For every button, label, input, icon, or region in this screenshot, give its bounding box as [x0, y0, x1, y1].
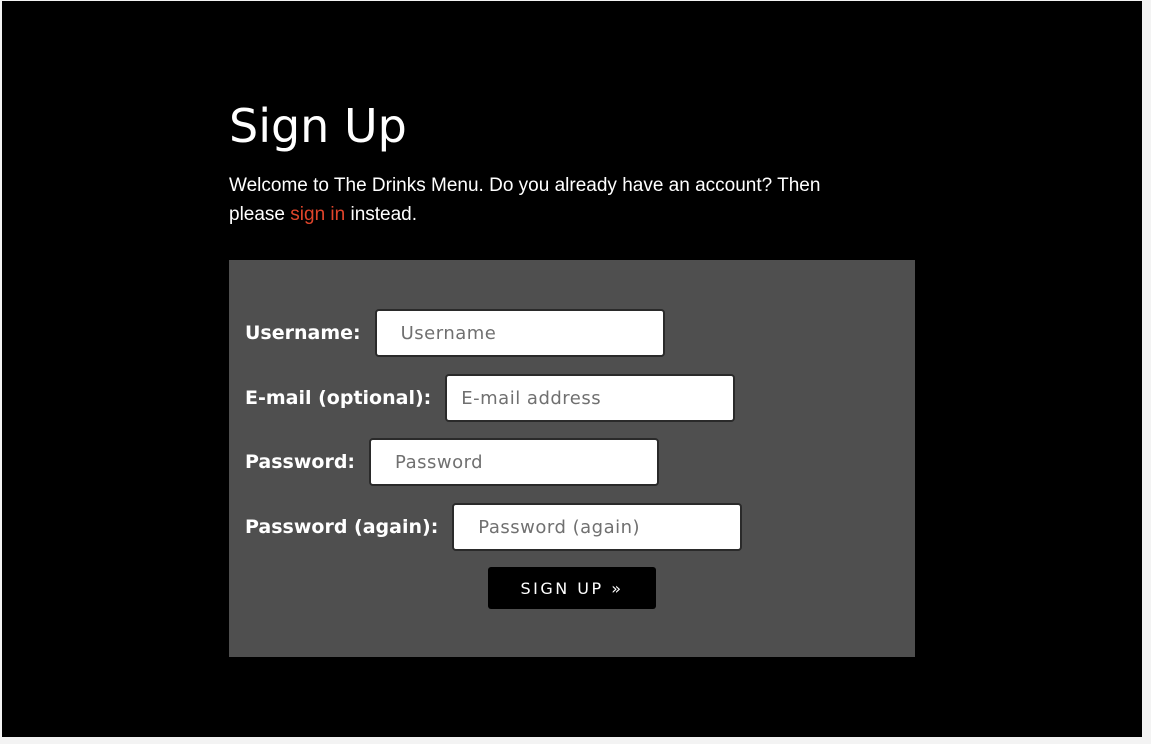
intro-text-after: instead.: [345, 204, 418, 225]
sign-up-button[interactable]: SIGN UP »: [488, 567, 656, 609]
password-row: Password:: [245, 438, 660, 486]
signup-form: Username: E-mail (optional): Password: P…: [229, 260, 915, 657]
intro-text: Welcome to The Drinks Menu. Do you alrea…: [229, 171, 879, 229]
email-label: E-mail (optional):: [245, 387, 432, 409]
email-input[interactable]: [445, 374, 736, 422]
password-again-input[interactable]: [452, 503, 743, 551]
page-title: Sign Up: [229, 99, 407, 153]
password-label: Password:: [245, 451, 356, 473]
password-again-label: Password (again):: [245, 516, 439, 538]
username-input[interactable]: [374, 309, 665, 357]
username-label: Username:: [245, 322, 361, 344]
email-row: E-mail (optional):: [245, 374, 736, 422]
password-again-row: Password (again):: [245, 503, 743, 551]
password-input[interactable]: [369, 438, 660, 486]
sign-in-link[interactable]: sign in: [290, 204, 345, 225]
page-viewport: Sign Up Welcome to The Drinks Menu. Do y…: [2, 1, 1142, 737]
username-row: Username:: [245, 309, 665, 357]
